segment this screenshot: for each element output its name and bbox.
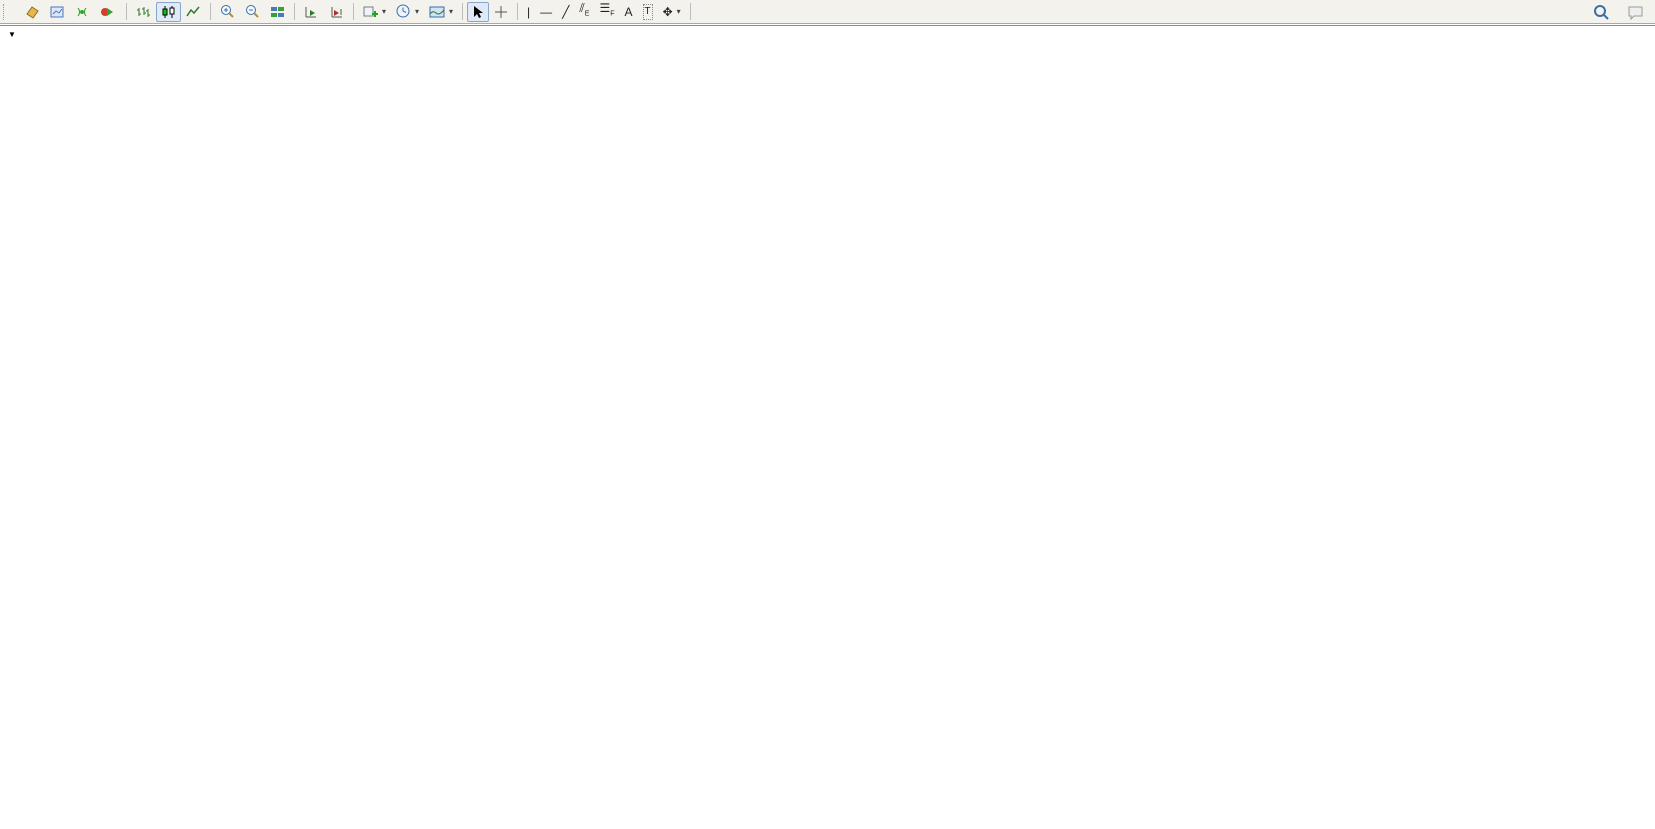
add-indicator-button[interactable]: ▾ [358,2,391,22]
clock-icon [396,4,411,19]
chart-title-bar: ▼ [8,30,26,39]
horizontal-line-icon: — [540,5,552,19]
one-click-trading-toggle-icon[interactable]: ▼ [8,30,16,39]
text-tool-button[interactable]: A [619,2,637,22]
step-end-button[interactable] [324,2,349,22]
gold-tag-icon [25,5,40,19]
new-order-tag-icon[interactable] [20,2,45,22]
arrows-icon: ✥ [663,5,673,19]
bar-chart-icon [136,5,151,19]
dropdown-caret-icon: ▾ [677,7,681,16]
text-label-icon: T [643,4,653,20]
dropdown-caret-icon: ▾ [382,7,386,16]
search-button[interactable] [1588,2,1614,22]
candlestick-chart-icon [161,5,176,19]
new-order-button[interactable] [10,2,20,22]
dropdown-caret-icon: ▾ [449,7,453,16]
toolbar-separator [210,3,211,20]
search-icon [1593,4,1609,20]
line-chart-icon [186,5,201,19]
candle-chart-type-button[interactable] [156,2,181,22]
line-chart-type-button[interactable] [181,2,206,22]
zoom-out-icon [245,4,260,19]
dropdown-caret-icon: ▾ [415,7,419,16]
text-icon: A [624,5,632,19]
vertical-line-tool-button[interactable]: | [522,2,535,22]
toolbar-separator [690,3,691,20]
toolbar-separator [294,3,295,20]
arrows-tool-button[interactable]: ✥▾ [658,2,686,22]
cursor-tool-button[interactable] [467,2,489,22]
horizontal-line-tool-button[interactable]: — [535,2,557,22]
bar-chart-type-button[interactable] [131,2,156,22]
vertical-line-icon: | [527,5,530,19]
chart-window: ▼ [0,25,1655,829]
tile-windows-button[interactable] [265,2,290,22]
crosshair-icon [494,5,508,19]
mt4-application: ▾ ▾ ▾ | — ╱ ⫽E ☰F A T ✥▾ [0,0,1655,829]
chart-end-icon [329,5,344,19]
template-icon [429,5,445,19]
charts-window-button[interactable] [45,2,70,22]
add-indicator-icon [363,5,378,19]
chat-icon [1627,5,1644,20]
cursor-icon [472,5,484,19]
toolbar-separator [462,3,463,20]
toolbar-grip [3,4,7,20]
auto-trading-icon [100,5,114,19]
trendline-tool-button[interactable]: ╱ [557,2,574,22]
fibonacci-icon: ☰F [599,1,614,21]
toolbar-right-group [1588,2,1649,22]
chart-forward-icon [304,5,319,19]
trendline-icon: ╱ [562,5,569,19]
step-forward-button[interactable] [299,2,324,22]
template-button[interactable]: ▾ [424,2,458,22]
price-chart[interactable] [0,26,1655,829]
main-toolbar: ▾ ▾ ▾ | — ╱ ⫽E ☰F A T ✥▾ [0,0,1655,24]
channel-tool-button[interactable]: ⫽E [574,2,594,22]
toolbar-separator [353,3,354,20]
label-tool-button[interactable]: T [638,2,658,22]
chart-window-icon [50,5,65,19]
fibonacci-tool-button[interactable]: ☰F [594,2,619,22]
equidistant-channel-icon: ⫽E [579,1,589,21]
signal-button[interactable] [70,2,95,22]
auto-trading-button[interactable] [95,2,122,22]
zoom-in-button[interactable] [215,2,240,22]
zoom-in-icon [220,4,235,19]
tile-windows-icon [270,5,285,19]
signal-icon [75,5,90,19]
toolbar-separator [126,3,127,20]
chat-button[interactable] [1622,2,1649,22]
period-button[interactable]: ▾ [391,2,424,22]
crosshair-tool-button[interactable] [489,2,513,22]
zoom-out-button[interactable] [240,2,265,22]
toolbar-separator [517,3,518,20]
